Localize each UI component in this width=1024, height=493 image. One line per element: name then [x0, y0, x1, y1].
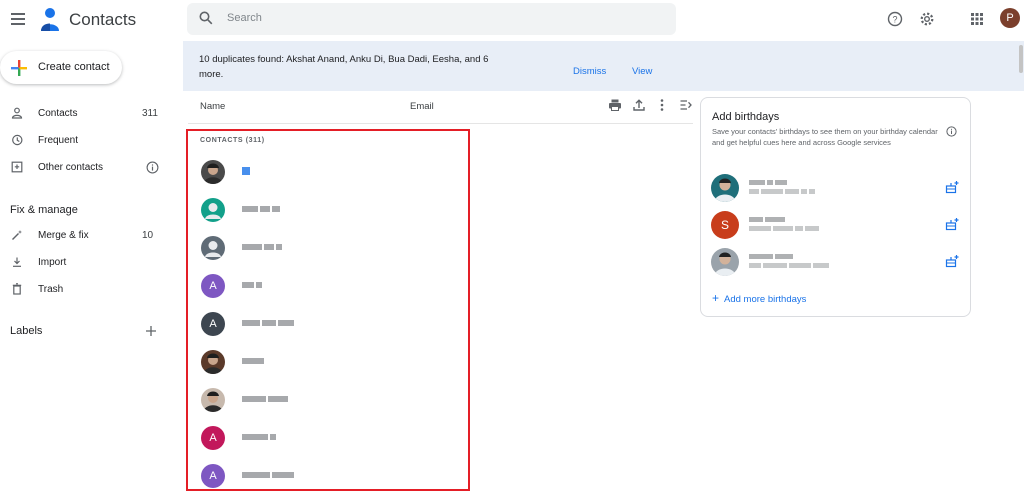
main-menu-button[interactable]: [8, 9, 28, 29]
plus-icon: +: [712, 291, 720, 305]
sidebar-item-label: Other contacts: [38, 162, 104, 173]
sidebar-item-contacts[interactable]: Contacts 311: [0, 103, 175, 125]
trash-icon: [12, 283, 22, 295]
sidebar-item-import[interactable]: Import: [0, 252, 175, 274]
add-label-plus-icon[interactable]: [145, 325, 157, 337]
duplicates-message: 10 duplicates found: Akshat Anand, Anku …: [199, 54, 489, 80]
sidebar-item-trash[interactable]: Trash: [0, 279, 175, 301]
birthdays-description: Save your contacts' birthdays to see the…: [712, 127, 938, 147]
sidebar-item-label: Trash: [38, 284, 64, 295]
add-birthday-cake-icon[interactable]: [945, 180, 959, 199]
print-icon[interactable]: [608, 98, 622, 112]
email-column-header[interactable]: Email: [410, 101, 434, 112]
sidebar-item-other-contacts[interactable]: Other contacts: [0, 157, 175, 179]
photo-avatar-icon: [714, 178, 736, 202]
search-input[interactable]: Search: [227, 12, 262, 24]
labels-heading: Labels: [10, 325, 43, 337]
birthday-contact-name-redacted: [749, 180, 787, 185]
add-more-birthdays-link[interactable]: + Add more birthdays: [712, 291, 806, 305]
view-button[interactable]: View: [632, 66, 652, 77]
app-header: Contacts Search ? P: [0, 0, 1024, 40]
birthdays-title: Add birthdays: [712, 111, 780, 123]
create-contact-label: Create contact: [38, 61, 110, 73]
photo-avatar-icon: [714, 252, 736, 276]
contacts-count: 311: [142, 108, 158, 119]
name-column-header[interactable]: Name: [200, 101, 225, 112]
sidebar-item-frequent[interactable]: Frequent: [0, 130, 175, 152]
birthday-contact-detail-redacted: [749, 189, 815, 194]
fix-manage-heading: Fix & manage: [10, 204, 78, 216]
birthday-contact-avatar: [711, 174, 739, 202]
search-bar[interactable]: Search: [187, 3, 676, 35]
create-contact-button[interactable]: Create contact: [0, 51, 122, 84]
search-icon[interactable]: [199, 11, 213, 25]
duplicates-banner: 10 duplicates found: Akshat Anand, Anku …: [183, 41, 1024, 91]
birthday-contact-row: [711, 174, 966, 206]
download-icon: [13, 257, 21, 267]
birthday-contact-row: S: [711, 211, 966, 243]
apps-grid-icon[interactable]: [969, 11, 985, 27]
toggle-side-panel-icon[interactable]: [679, 98, 693, 112]
app-title: Contacts: [69, 10, 137, 29]
magic-wand-icon: [12, 230, 22, 240]
scrollbar-thumb[interactable]: [1019, 45, 1023, 73]
birthday-contact-detail-redacted: [749, 226, 819, 231]
birthday-contact-name-redacted: [749, 254, 793, 259]
colored-plus-icon: [11, 60, 27, 76]
dismiss-button[interactable]: Dismiss: [573, 66, 606, 77]
person-icon: [11, 107, 23, 119]
add-birthday-cake-icon[interactable]: [945, 254, 959, 273]
settings-gear-icon[interactable]: [919, 11, 935, 27]
birthday-contact-avatar: S: [711, 211, 739, 239]
birthday-contact-avatar: [711, 248, 739, 276]
add-birthday-cake-icon[interactable]: [945, 217, 959, 236]
merge-count: 10: [142, 230, 154, 241]
info-icon[interactable]: [946, 126, 957, 137]
export-upload-icon[interactable]: [632, 98, 646, 112]
inbox-add-icon: [11, 161, 23, 173]
sidebar-item-label: Import: [38, 257, 67, 268]
birthday-contact-detail-redacted: [749, 263, 829, 268]
history-icon: [12, 134, 23, 146]
add-more-label: Add more birthdays: [724, 294, 807, 305]
birthday-contact-name-redacted: [749, 217, 785, 222]
contacts-logo-icon: [41, 8, 59, 31]
highlight-annotation-box: [186, 129, 470, 491]
account-avatar[interactable]: P: [1000, 8, 1020, 28]
sidebar-item-label: Merge & fix: [38, 230, 89, 241]
help-icon[interactable]: ?: [887, 11, 903, 27]
birthday-contact-row: [711, 248, 966, 280]
add-birthdays-card: Add birthdays Save your contacts' birthd…: [700, 97, 971, 317]
more-vert-icon[interactable]: [655, 98, 669, 112]
sidebar-item-label: Contacts: [38, 108, 78, 119]
sidebar-item-label: Frequent: [38, 135, 79, 146]
header-divider: [188, 123, 693, 124]
info-icon[interactable]: [146, 161, 159, 174]
sidebar-item-merge-fix[interactable]: Merge & fix 10: [0, 225, 175, 247]
svg-text:?: ?: [892, 14, 897, 24]
